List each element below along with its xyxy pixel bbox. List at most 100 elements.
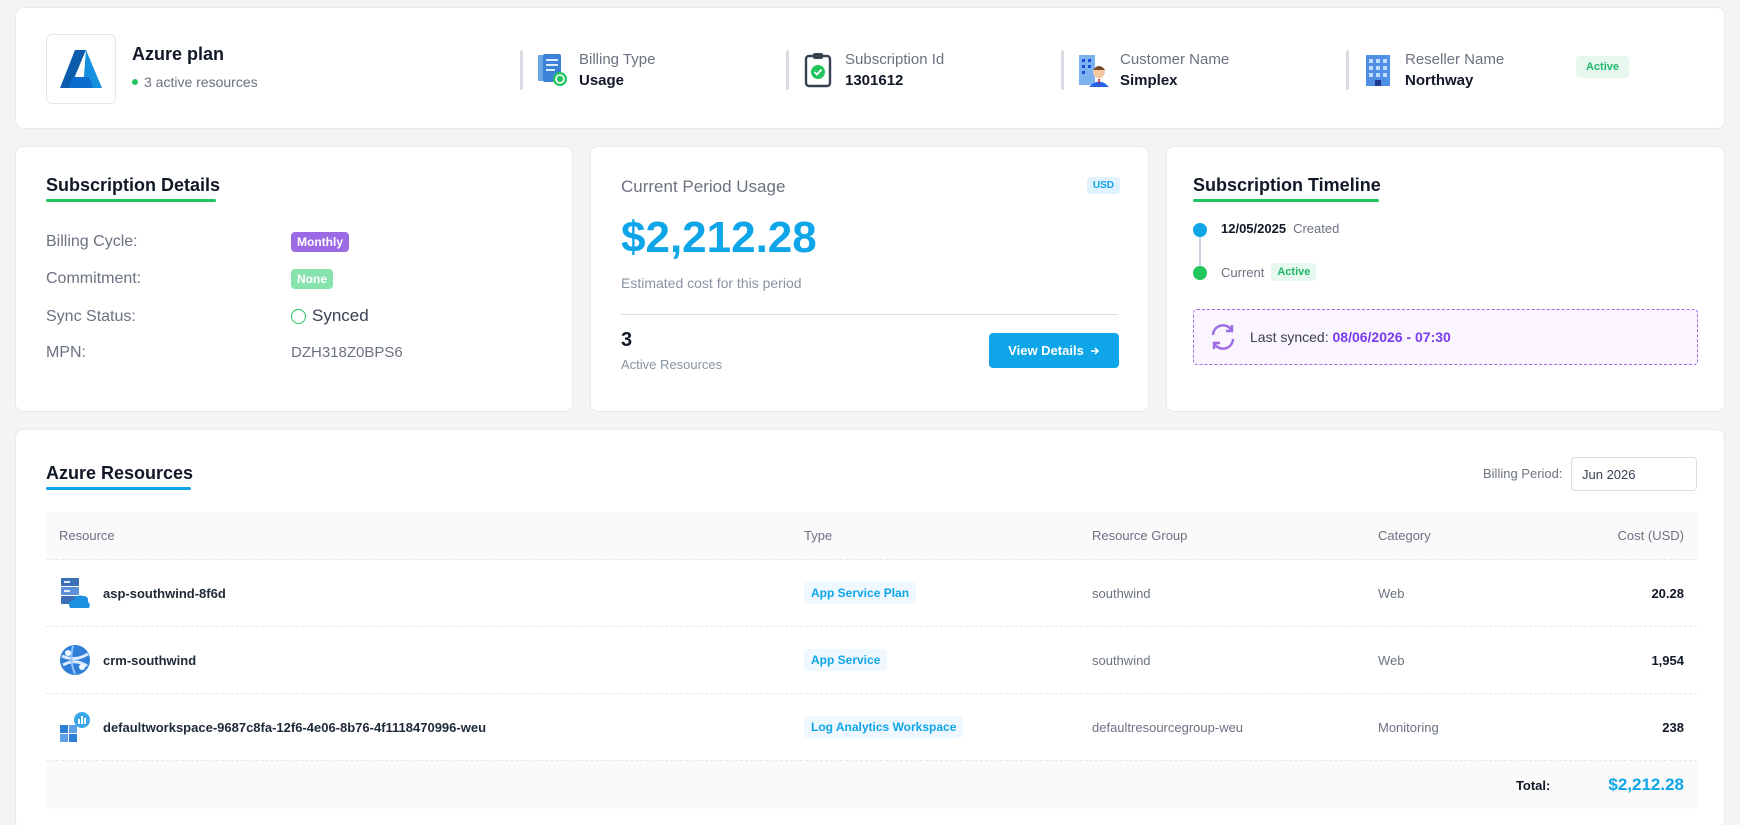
cost-cell: 20.28 bbox=[1651, 585, 1684, 601]
timeline-current: Current Active bbox=[1221, 263, 1317, 281]
last-synced-value: 08/06/2026 - 07:30 bbox=[1332, 329, 1451, 345]
divider bbox=[1346, 50, 1349, 90]
billing-period-value: Jun 2026 bbox=[1582, 466, 1636, 482]
customer-name-value: Simplex bbox=[1120, 72, 1178, 89]
customer-name-stat: Customer Name Simplex bbox=[1061, 46, 1229, 94]
table-row[interactable]: asp-southwind-8f6d App Service Plan sout… bbox=[46, 560, 1697, 627]
timeline-dot-current bbox=[1193, 266, 1207, 280]
type-cell: Log Analytics Workspace bbox=[804, 716, 1092, 738]
currency-badge: USD bbox=[1086, 177, 1120, 194]
total-value: $2,212.28 bbox=[1608, 775, 1684, 794]
status-dot bbox=[132, 79, 138, 85]
commitment-label: Commitment: bbox=[46, 270, 142, 287]
category-cell: Monitoring bbox=[1378, 719, 1439, 735]
type-badge: Log Analytics Workspace bbox=[804, 716, 964, 738]
resources-table: Resource Type Resource Group Category Co… bbox=[46, 512, 1697, 809]
resource-name: asp-southwind-8f6d bbox=[103, 585, 226, 601]
billing-document-icon bbox=[535, 52, 569, 88]
type-badge: App Service bbox=[804, 649, 888, 671]
title-underline bbox=[46, 199, 216, 202]
refresh-icon bbox=[1211, 324, 1235, 350]
mpn-label: MPN: bbox=[46, 344, 86, 361]
active-resources-label: Active Resources bbox=[621, 357, 723, 372]
last-synced-text: Last synced: 08/06/2026 - 07:30 bbox=[1250, 329, 1451, 345]
cost-cell: 1,954 bbox=[1651, 652, 1684, 668]
billing-cycle-pill: Monthly bbox=[291, 232, 349, 252]
active-resources-text: 3 active resources bbox=[144, 74, 258, 90]
arrow-right-icon bbox=[1090, 346, 1099, 355]
customer-building-icon bbox=[1076, 52, 1110, 88]
total-label: Total: bbox=[1515, 777, 1551, 793]
reseller-name-value: Northway bbox=[1405, 72, 1474, 89]
category-cell: Web bbox=[1378, 585, 1405, 601]
reseller-name-stat: Reseller Name Northway bbox=[1346, 46, 1504, 94]
usage-subtitle: Estimated cost for this period bbox=[621, 275, 802, 291]
plan-subtitle: 3 active resources bbox=[132, 74, 258, 90]
commitment-pill: None bbox=[291, 269, 333, 289]
mpn-value: DZH318Z0BPS6 bbox=[291, 344, 403, 361]
cost-cell: 238 bbox=[1662, 719, 1684, 735]
sync-status-label: Sync Status: bbox=[46, 308, 136, 325]
divider bbox=[786, 50, 789, 90]
last-synced-label: Last synced: bbox=[1250, 329, 1329, 345]
current-status-badge: Active bbox=[1271, 263, 1317, 281]
commitment-value: None bbox=[291, 269, 333, 289]
subscription-id-label: Subscription Id bbox=[845, 51, 945, 68]
resource-group-cell: defaultresourcegroup-weu bbox=[1092, 719, 1244, 735]
billing-type-stat: Billing Type Usage bbox=[520, 46, 655, 94]
azure-logo-icon bbox=[60, 50, 102, 88]
reseller-building-icon bbox=[1361, 52, 1395, 88]
subscription-timeline-card: Subscription Timeline 12/05/2025 Created… bbox=[1166, 146, 1725, 412]
subscription-id-value: 1301612 bbox=[845, 72, 904, 89]
table-footer: Total: $2,212.28 bbox=[46, 761, 1697, 809]
col-resource[interactable]: Resource bbox=[46, 528, 804, 543]
col-category[interactable]: Category bbox=[1378, 528, 1578, 543]
billing-type-label: Billing Type bbox=[579, 51, 656, 68]
billing-cycle-label: Billing Cycle: bbox=[46, 233, 138, 250]
resource-group-cell: southwind bbox=[1092, 652, 1151, 668]
subscription-details-title: Subscription Details bbox=[46, 175, 221, 195]
log-analytics-icon bbox=[60, 712, 90, 742]
resource-group-cell: southwind bbox=[1092, 585, 1151, 601]
resource-name: defaultworkspace-9687c8fa-12f6-4e06-8b76… bbox=[103, 719, 487, 735]
app-service-icon bbox=[60, 645, 90, 675]
table-header: Resource Type Resource Group Category Co… bbox=[46, 512, 1697, 560]
view-details-label: View Details bbox=[1008, 343, 1084, 358]
subscription-details-card: Subscription Details Billing Cycle: Mont… bbox=[15, 146, 573, 412]
resource-cell: crm-southwind bbox=[46, 644, 804, 676]
usage-amount: $2,212.28 bbox=[621, 213, 817, 262]
type-cell: App Service Plan bbox=[804, 582, 1092, 604]
timeline-created: 12/05/2025 Created bbox=[1221, 221, 1339, 236]
subscription-timeline-title: Subscription Timeline bbox=[1193, 175, 1381, 195]
table-row[interactable]: defaultworkspace-9687c8fa-12f6-4e06-8b76… bbox=[46, 694, 1697, 761]
billing-period-label: Billing Period: bbox=[1483, 466, 1563, 481]
status-badge: Active bbox=[1576, 56, 1630, 78]
billing-type-value: Usage bbox=[579, 72, 625, 89]
reseller-name-label: Reseller Name bbox=[1405, 51, 1505, 68]
title-underline bbox=[1193, 199, 1379, 202]
last-synced-box: Last synced: 08/06/2026 - 07:30 bbox=[1193, 309, 1698, 365]
usage-divider bbox=[621, 314, 1118, 315]
subscription-header: Azure plan 3 active resources Billing Ty… bbox=[15, 7, 1725, 129]
resource-cell: asp-southwind-8f6d bbox=[46, 577, 804, 609]
divider bbox=[520, 50, 523, 90]
usage-title: Current Period Usage bbox=[621, 177, 786, 196]
subscription-id-stat: Subscription Id 1301612 bbox=[786, 46, 944, 94]
current-period-usage-card: Current Period Usage USD $2,212.28 Estim… bbox=[590, 146, 1149, 412]
view-details-button[interactable]: View Details bbox=[989, 333, 1119, 368]
type-cell: App Service bbox=[804, 649, 1092, 671]
col-resource-group[interactable]: Resource Group bbox=[1092, 528, 1378, 543]
billing-period-select[interactable]: Jun 2026 bbox=[1571, 457, 1697, 491]
col-type[interactable]: Type bbox=[804, 528, 1092, 543]
table-row[interactable]: crm-southwind App Service southwind Web … bbox=[46, 627, 1697, 694]
col-cost[interactable]: Cost (USD) bbox=[1578, 528, 1697, 543]
resource-cell: defaultworkspace-9687c8fa-12f6-4e06-8b76… bbox=[46, 711, 804, 743]
sync-status-value: Synced bbox=[291, 306, 369, 326]
app-service-plan-icon bbox=[61, 578, 90, 608]
resource-name: crm-southwind bbox=[103, 652, 197, 668]
azure-resources-card: Azure Resources Billing Period: Jun 2026… bbox=[15, 429, 1725, 825]
timeline-dot-created bbox=[1193, 223, 1207, 237]
created-date: 12/05/2025 bbox=[1221, 221, 1287, 236]
customer-name-label: Customer Name bbox=[1120, 51, 1230, 68]
azure-resources-title: Azure Resources bbox=[46, 463, 194, 483]
